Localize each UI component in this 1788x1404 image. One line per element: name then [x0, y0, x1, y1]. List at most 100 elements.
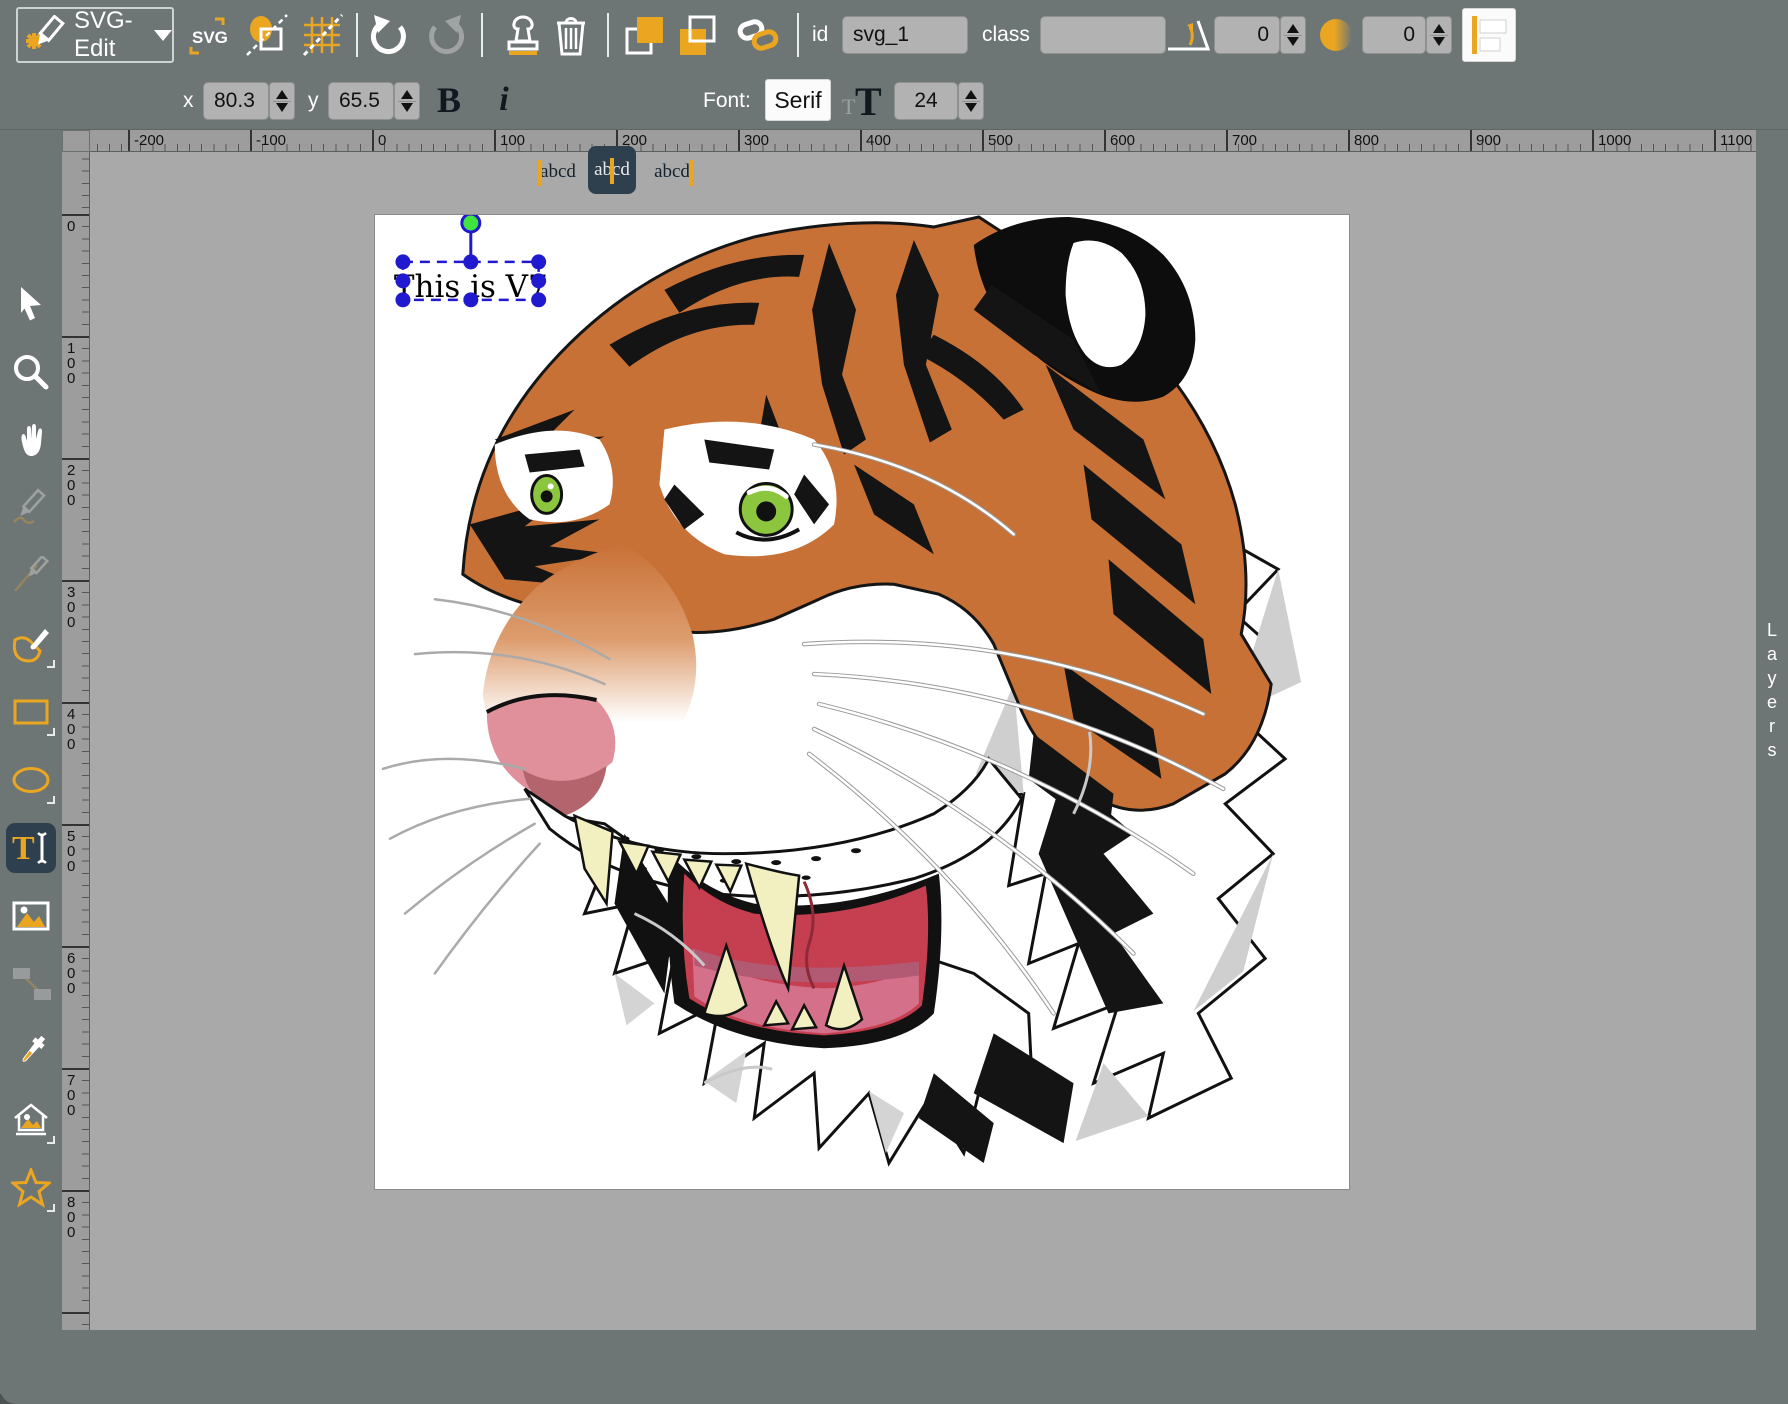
font-label: Font: [703, 82, 751, 120]
snap-grid-icon[interactable] [300, 13, 344, 57]
text-tool[interactable]: T [11, 828, 51, 868]
hruler-label: 400 [866, 132, 891, 149]
bottom-toolbar: 61.0 0 — 100 [0, 1330, 1788, 1404]
hruler-label: 500 [988, 132, 1013, 149]
toolbar-separator [607, 13, 609, 57]
x-input[interactable]: 80.3 [203, 82, 269, 120]
blur-spinner[interactable] [1426, 16, 1452, 54]
pencil-tool[interactable] [11, 488, 51, 528]
main-menu-label: SVG-Edit [74, 7, 146, 63]
hruler-label: 1000 [1598, 132, 1631, 149]
vruler-label: 1 0 0 [67, 341, 75, 386]
flyout-indicator [47, 1136, 55, 1144]
connector-tool[interactable] [11, 964, 51, 1004]
flyout-indicator [47, 660, 55, 668]
vruler-label: 3 0 0 [67, 585, 75, 630]
y-label: y [308, 82, 319, 120]
hruler-label: 700 [1232, 132, 1257, 149]
vruler-label: 8 0 0 [67, 1195, 75, 1240]
blur-input[interactable]: 0 [1362, 16, 1426, 54]
chevron-down-icon [154, 30, 172, 41]
x-label: x [183, 82, 194, 120]
zoom-tool[interactable] [11, 352, 51, 392]
rect-tool[interactable] [11, 692, 51, 732]
toolbar-separator [481, 13, 483, 57]
bold-button[interactable]: B [428, 76, 470, 124]
move-to-front-icon[interactable] [623, 13, 667, 57]
toolbar-separator [797, 13, 799, 57]
link-icon[interactable] [736, 13, 780, 57]
vruler-label: 4 0 0 [67, 707, 75, 752]
pan-tool[interactable] [11, 420, 51, 460]
path-tool[interactable] [11, 624, 51, 664]
font-size-spinner[interactable] [958, 82, 984, 120]
hruler-label: 800 [1354, 132, 1379, 149]
delete-icon[interactable] [549, 13, 593, 57]
svg-source-icon[interactable]: SVG [185, 13, 229, 57]
ruler-corner [62, 130, 90, 152]
ruler-horizontal: -200-10001002003004005006007008009001000… [90, 130, 1756, 152]
app-logo-icon [26, 15, 66, 55]
id-input[interactable]: svg_1 [842, 16, 968, 54]
text-anchor-start-button[interactable]: abcd [534, 150, 582, 194]
library-tool[interactable] [11, 1100, 51, 1140]
line-tool[interactable] [11, 556, 51, 596]
font-size-icon: T T [842, 78, 890, 124]
hruler-label: 100 [500, 132, 525, 149]
main-toolbar: SVG-Edit SVG [0, 0, 1788, 70]
select-tool[interactable] [11, 284, 51, 324]
italic-button[interactable]: i [486, 76, 522, 124]
hruler-label: -200 [134, 132, 164, 149]
ruler-vertical: 0 1 0 0 2 0 0 3 0 0 4 0 0 5 0 0 6 0 0 7 0 0 8 0 … [62, 152, 90, 1330]
flyout-indicator [47, 796, 55, 804]
svg-text:T: T [12, 830, 35, 867]
angle-spinner[interactable] [1280, 16, 1306, 54]
vruler-label: 2 0 0 [67, 463, 75, 508]
vruler-label: 7 0 0 [67, 1073, 75, 1118]
vruler-label: 0 [67, 219, 75, 234]
text-anchor-middle-button[interactable]: abcd [588, 146, 636, 194]
x-spinner[interactable] [269, 82, 295, 120]
y-input[interactable]: 65.5 [328, 82, 394, 120]
vruler-label: 5 0 0 [67, 829, 75, 874]
text-toolbar: x 80.3 y 65.5 B i abcd abcd abcd Font: S… [0, 70, 1788, 130]
toolbar-separator [356, 13, 358, 57]
clone-icon[interactable] [501, 13, 545, 57]
ellipse-tool[interactable] [11, 760, 51, 800]
layers-panel-tab[interactable]: L a y e r s [1756, 130, 1788, 1330]
flyout-indicator [47, 1204, 55, 1212]
undo-icon[interactable] [368, 13, 412, 57]
hruler-label: 1100 [1720, 132, 1752, 149]
hruler-label: 0 [378, 132, 386, 149]
redo-icon[interactable] [423, 13, 467, 57]
image-tool[interactable] [11, 896, 51, 936]
id-label: id [812, 16, 828, 54]
hruler-label: 900 [1476, 132, 1501, 149]
star-tool[interactable] [11, 1168, 51, 1208]
rotate-handle[interactable] [462, 215, 480, 232]
tools-sidebar: T [0, 130, 62, 1330]
class-input[interactable] [1040, 16, 1166, 54]
hruler-label: 600 [1110, 132, 1135, 149]
tiger-artwork: This is V7 [375, 215, 1349, 1189]
svg-canvas[interactable]: This is V7 [374, 214, 1350, 1190]
angle-icon [1166, 13, 1210, 57]
font-family-button[interactable]: Serif [765, 79, 831, 121]
anchor-start-cursor [538, 160, 542, 186]
move-to-back-icon[interactable] [676, 13, 720, 57]
y-spinner[interactable] [394, 82, 420, 120]
layers-tab-label: L a y e r s [1756, 618, 1788, 762]
font-size-input[interactable]: 24 [894, 82, 958, 120]
eyedropper-tool[interactable] [11, 1032, 51, 1072]
angle-input[interactable]: 0 [1214, 16, 1280, 54]
blur-icon [1316, 13, 1360, 57]
align-icon[interactable] [1462, 8, 1516, 62]
text-anchor-end-button[interactable]: abcd [648, 150, 696, 194]
class-label: class [982, 16, 1030, 54]
wireframe-mode-icon[interactable] [245, 13, 289, 57]
anchor-middle-cursor [610, 158, 614, 184]
svg-text:SVG: SVG [192, 28, 228, 47]
workspace[interactable]: This is V7 [90, 152, 1756, 1330]
vruler-label: 6 0 0 [67, 951, 75, 996]
main-menu-button[interactable]: SVG-Edit [16, 7, 174, 63]
